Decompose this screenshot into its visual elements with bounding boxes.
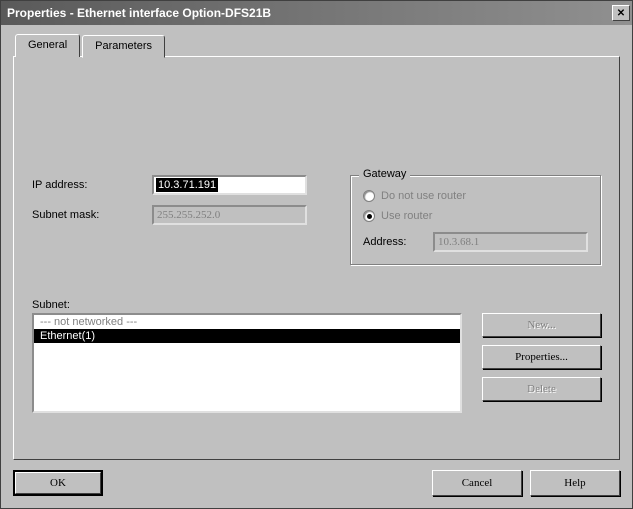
close-button[interactable]: ✕ <box>612 5 630 21</box>
tab-general[interactable]: General <box>15 34 80 57</box>
content-area: General Parameters IP address: 10.3.71.1… <box>1 25 632 508</box>
ok-button[interactable]: OK <box>13 470 103 496</box>
properties-button-label: Properties... <box>515 351 568 363</box>
subnet-side-buttons: New... Properties... Delete <box>482 313 601 413</box>
address-fields: IP address: 10.3.71.191 Subnet mask: <box>32 175 332 265</box>
ok-button-label: OK <box>50 477 66 489</box>
subnet-label: Subnet: <box>32 299 601 311</box>
tabstrip: General Parameters <box>15 33 620 56</box>
subnet-area: Subnet: --- not networked --- Ethernet(1… <box>32 299 601 413</box>
window-title: Properties - Ethernet interface Option-D… <box>7 6 612 20</box>
cancel-button[interactable]: Cancel <box>432 470 522 496</box>
radio-use-router[interactable]: Use router <box>363 210 588 222</box>
gateway-group-title: Gateway <box>359 168 410 180</box>
gateway-groupbox: Gateway Do not use router Use router Add… <box>350 175 601 265</box>
properties-button[interactable]: Properties... <box>482 345 601 369</box>
radio-no-router[interactable]: Do not use router <box>363 190 588 202</box>
radio-no-router-label: Do not use router <box>381 190 466 202</box>
subnet-mask-label: Subnet mask: <box>32 209 152 221</box>
gateway-address-input <box>433 232 588 252</box>
tab-parameters-label: Parameters <box>95 40 152 52</box>
new-button-label: New... <box>527 319 555 331</box>
ip-address-label: IP address: <box>32 179 152 191</box>
help-button-label: Help <box>564 477 585 489</box>
cancel-button-label: Cancel <box>462 477 493 489</box>
titlebar: Properties - Ethernet interface Option-D… <box>1 1 632 25</box>
delete-button[interactable]: Delete <box>482 377 601 401</box>
dialog-buttons: OK Cancel Help <box>13 470 620 496</box>
gateway-address-label: Address: <box>363 236 433 248</box>
help-button[interactable]: Help <box>530 470 620 496</box>
radio-use-router-icon <box>363 210 375 222</box>
properties-window: Properties - Ethernet interface Option-D… <box>0 0 633 509</box>
tab-panel-parameters: IP address: 10.3.71.191 Subnet mask: Gat… <box>13 56 620 460</box>
list-item[interactable]: --- not networked --- <box>34 315 460 329</box>
list-item[interactable]: Ethernet(1) <box>34 329 460 343</box>
radio-no-router-icon <box>363 190 375 202</box>
radio-use-router-label: Use router <box>381 210 432 222</box>
tab-parameters[interactable]: Parameters <box>82 35 165 58</box>
delete-button-label: Delete <box>527 383 556 395</box>
subnet-mask-input <box>152 205 307 225</box>
tab-general-label: General <box>28 39 67 51</box>
close-icon: ✕ <box>617 8 625 19</box>
subnet-listbox[interactable]: --- not networked --- Ethernet(1) <box>32 313 462 413</box>
ip-address-input[interactable]: 10.3.71.191 <box>152 175 307 195</box>
list-item-label: Ethernet(1) <box>40 330 95 342</box>
list-item-label: --- not networked --- <box>40 316 137 328</box>
new-button[interactable]: New... <box>482 313 601 337</box>
ip-address-value: 10.3.71.191 <box>156 178 218 192</box>
